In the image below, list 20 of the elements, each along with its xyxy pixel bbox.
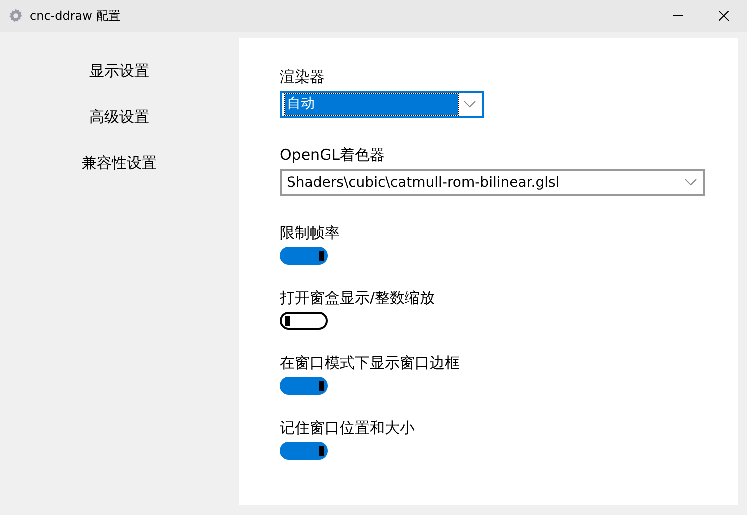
toggle-switch[interactable] [280,377,328,395]
chevron-down-icon [685,179,697,186]
toggle-switch[interactable] [280,312,328,330]
toggle-label: 在窗口模式下显示窗口边框 [280,353,460,374]
window-title: cnc-ddraw 配置 [30,8,120,24]
field-label: OpenGL着色器 [280,145,386,166]
dropdown[interactable]: 自动 [280,91,484,118]
sidebar-item[interactable]: 高级设置 [90,104,150,130]
sidebar-item[interactable]: 兼容性设置 [82,150,157,176]
toggle-label: 记住窗口位置和大小 [280,418,415,439]
chevron-down-icon [464,101,476,108]
toggle-label: 打开窗盒显示/整数缩放 [280,288,436,309]
toggle-switch[interactable] [280,442,328,460]
dropdown[interactable]: Shaders\cubic\catmull-rom-bilinear.glsl [280,169,705,196]
close-icon [719,11,729,21]
toggle-switch[interactable] [280,247,328,265]
gear-icon [8,8,24,24]
toggle-label: 限制帧率 [280,223,340,244]
field-label: 渲染器 [280,67,325,88]
sidebar-item[interactable]: 显示设置 [90,58,150,84]
